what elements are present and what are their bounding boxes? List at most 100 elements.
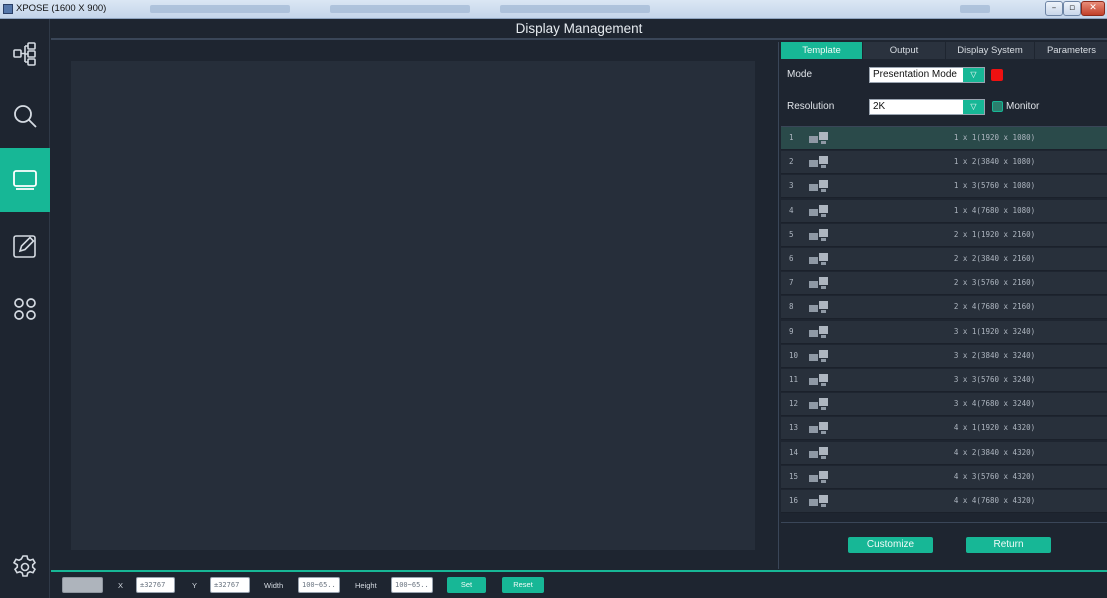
resolution-value: 2K [873,101,886,112]
blurred-taskbar-item [150,5,290,13]
settings-gear-icon [12,555,37,577]
edit-icon [13,235,36,258]
monitor-label: Monitor [1006,101,1040,112]
tab-display-system[interactable]: Display System [946,42,1035,59]
template-label: 2 x 1(1920 x 2160) [953,229,1036,239]
resolution-select[interactable]: 2K ▽ [869,99,985,115]
template-number: 2 [789,157,794,167]
template-number: 16 [789,496,799,505]
template-row[interactable]: 6 2 x 2(3840 x 2160) [781,248,1107,271]
template-row[interactable]: 5 2 x 1(1920 x 2160) [781,223,1107,247]
sidebar-item-settings[interactable] [0,536,50,598]
y-input[interactable]: ±32767 [210,577,250,593]
set-button[interactable]: Set [447,577,486,593]
position-toolbar: X ±32767 Y ±32767 Width 100~65.. Height … [51,570,1107,598]
screen-layout-icon [809,422,828,435]
dropdown-arrow-icon: ▽ [963,68,984,82]
template-row[interactable]: 12 3 x 4(7680 x 3240) [781,393,1107,417]
template-row[interactable]: 2 1 x 2(3840 x 1080) [781,151,1107,175]
tab-template[interactable]: Template [781,42,863,59]
template-number: 12 [789,399,799,409]
display-canvas[interactable] [71,61,755,550]
template-label: 1 x 3(5760 x 1080) [953,181,1036,191]
minimize-button[interactable]: – [1045,1,1063,16]
monitor-checkbox[interactable] [992,101,1003,112]
mode-value: Presentation Mode [873,69,957,80]
mode-status-indicator [991,69,1003,81]
app-window: XPOSE (1600 X 900) – ▫ ✕ Display Managem… [0,0,1107,598]
height-input[interactable]: 100~65.. [391,577,433,593]
tab-output[interactable]: Output [863,42,946,59]
template-number: 6 [789,254,794,263]
apps-grid-icon [14,298,36,320]
template-panel: Template Output Display System Parameter… [778,42,1107,569]
x-label: X [118,581,124,590]
template-label: 3 x 4(7680 x 3240) [953,399,1036,409]
screen-layout-icon [809,349,828,362]
template-row[interactable]: 10 3 x 2(3840 x 3240) [781,344,1107,368]
sidebar [0,19,50,598]
layer-name-field[interactable] [62,577,103,593]
screen-layout-icon [809,446,828,459]
search-icon [14,105,37,128]
template-row[interactable]: 13 4 x 1(1920 x 4320) [781,417,1107,441]
app-icon [3,4,13,14]
template-label: 4 x 2(3840 x 4320) [953,447,1036,457]
sidebar-item-edit[interactable] [0,215,50,277]
screen-layout-icon [809,398,828,411]
return-button[interactable]: Return [966,537,1051,553]
template-row[interactable]: 11 3 x 3(5760 x 3240) [781,369,1107,392]
template-number: 7 [789,278,794,288]
template-row[interactable]: 16 4 x 4(7680 x 4320) [781,490,1107,513]
screen-layout-icon [809,180,828,193]
template-number: 9 [789,326,794,336]
template-row[interactable]: 9 3 x 1(1920 x 3240) [781,320,1107,344]
template-label: 3 x 1(1920 x 3240) [953,326,1036,336]
reset-button[interactable]: Reset [502,577,544,593]
template-row[interactable]: 7 2 x 3(5760 x 2160) [781,272,1107,296]
dropdown-arrow-icon: ▽ [963,100,984,114]
template-label: 1 x 4(7680 x 1080) [953,205,1036,215]
template-row[interactable]: 1 1 x 1(1920 x 1080) [781,127,1107,150]
close-button[interactable]: ✕ [1081,1,1105,16]
screen-layout-icon [809,470,828,483]
window-title: XPOSE (1600 X 900) [16,3,107,14]
template-number: 5 [789,229,794,239]
screen-layout-icon [809,374,828,386]
width-input[interactable]: 100~65.. [298,577,340,593]
template-row[interactable]: 15 4 x 3(5760 x 4320) [781,465,1107,489]
template-number: 3 [789,181,794,191]
display-icon [13,170,37,190]
template-number: 10 [789,350,799,360]
screen-layout-icon [809,204,828,217]
screen-layout-icon [809,228,828,241]
sidebar-item-display[interactable] [0,148,50,212]
sidebar-item-apps[interactable] [0,278,50,340]
template-number: 13 [789,423,799,433]
template-label: 1 x 2(3840 x 1080) [953,157,1036,167]
template-label: 3 x 3(5760 x 3240) [953,375,1036,384]
template-row[interactable]: 4 1 x 4(7680 x 1080) [781,199,1107,223]
sidebar-item-search[interactable] [0,85,50,147]
page-title: Display Management [515,21,643,36]
y-label: Y [192,581,198,590]
template-row[interactable]: 8 2 x 4(7680 x 2160) [781,296,1107,320]
height-label: Height [355,581,377,590]
template-row[interactable]: 3 1 x 3(5760 x 1080) [781,175,1107,199]
blurred-taskbar-item [960,5,990,13]
screen-layout-icon [809,156,828,169]
template-label: 2 x 4(7680 x 2160) [953,302,1036,312]
sidebar-item-topology[interactable] [0,23,50,85]
topology-icon [13,42,36,66]
maximize-button[interactable]: ▫ [1063,1,1081,16]
mode-select[interactable]: Presentation Mode ▽ [869,67,985,83]
panel-tabs: Template Output Display System Parameter… [781,42,1107,59]
tab-parameters[interactable]: Parameters [1035,42,1107,59]
page-header: Display Management [51,19,1107,40]
customize-button[interactable]: Customize [848,537,933,553]
x-input[interactable]: ±32767 [136,577,175,593]
template-list: 1 1 x 1(1920 x 1080) 2 1 x 2(3840 x 1080) 3 1… [781,126,1107,513]
template-label: 2 x 3(5760 x 2160) [953,278,1036,288]
template-number: 15 [789,471,799,481]
template-row[interactable]: 14 4 x 2(3840 x 4320) [781,441,1107,465]
